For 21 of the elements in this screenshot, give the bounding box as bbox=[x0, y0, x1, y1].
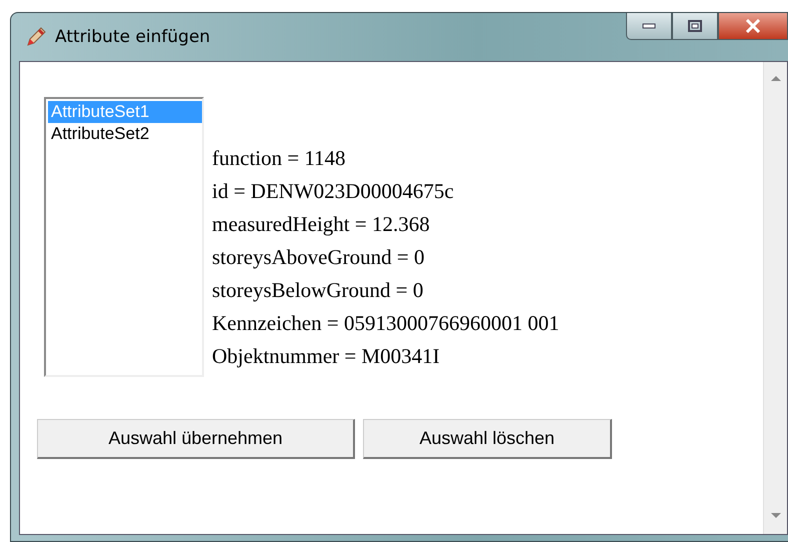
attribute-text: measuredHeight = 12.368 bbox=[212, 211, 431, 238]
scrollbar[interactable] bbox=[763, 62, 787, 534]
attribute-text: Kennzeichen = 05913000766960001 001 bbox=[212, 310, 560, 337]
scroll-down-icon[interactable] bbox=[770, 512, 782, 520]
close-icon bbox=[745, 19, 761, 33]
window-title: Attribute einfügen bbox=[55, 27, 210, 47]
action-button[interactable]: Auswahl löschen bbox=[363, 419, 612, 459]
attribute-text: function = 1148 bbox=[212, 145, 347, 172]
maximize-icon bbox=[688, 20, 702, 32]
pencil-icon bbox=[25, 26, 47, 48]
attribute-text: Objektnummer = M00341I bbox=[212, 343, 441, 370]
list-item[interactable]: AttributeSet2 bbox=[48, 123, 202, 145]
attribute-text: storeysBelowGround = 0 bbox=[212, 277, 424, 304]
action-button[interactable]: Auswahl übernehmen bbox=[37, 419, 355, 459]
maximize-button[interactable] bbox=[672, 13, 718, 40]
attribute-text: id = DENW023D00004675c bbox=[212, 178, 455, 205]
close-button[interactable] bbox=[718, 13, 788, 40]
scroll-up-icon[interactable] bbox=[770, 74, 782, 82]
minimize-button[interactable] bbox=[626, 13, 672, 40]
minimize-icon bbox=[642, 23, 656, 29]
attribute-text: storeysAboveGround = 0 bbox=[212, 244, 426, 271]
